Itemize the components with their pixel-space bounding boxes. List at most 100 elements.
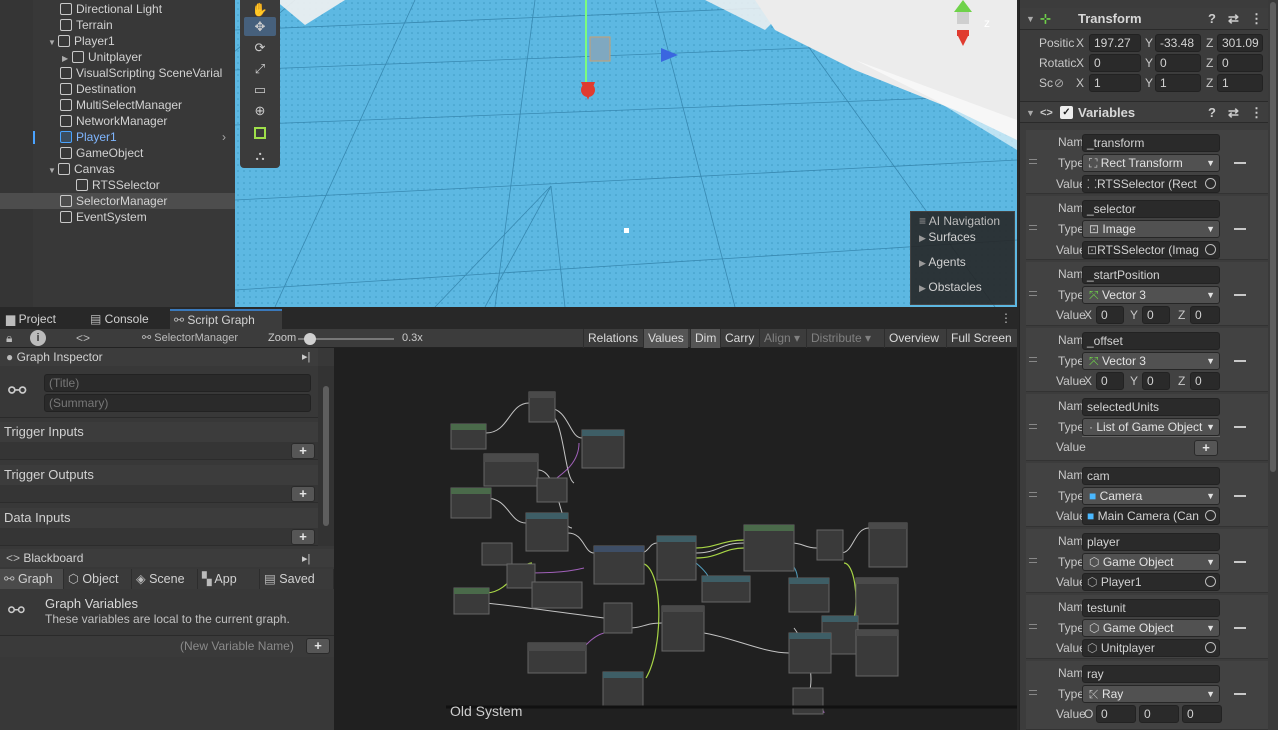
chevron-right-icon[interactable]: › (222, 129, 226, 145)
scale-y-field[interactable]: 1 (1155, 74, 1201, 92)
position-z-field[interactable]: 301.09 (1217, 34, 1263, 52)
preset-icon[interactable]: ⇄ (1228, 102, 1239, 124)
variable-name-field[interactable]: player (1082, 533, 1220, 551)
dim-button[interactable]: Dim (690, 329, 721, 348)
hierarchy-item-networkmanager[interactable]: NetworkManager (0, 113, 235, 129)
hierarchy-item-directional-light[interactable]: Directional Light (0, 1, 235, 17)
drag-handle-icon[interactable] (1029, 492, 1037, 497)
move-tool-icon[interactable]: ✥ (244, 17, 276, 36)
add-trigger-output-button[interactable]: + (291, 486, 315, 502)
align-dropdown[interactable]: Align ▾ (759, 329, 804, 348)
panel-collapse-icon[interactable]: ▸| (302, 552, 310, 565)
remove-variable-button[interactable] (1234, 294, 1246, 296)
ray-origin-y-field[interactable]: 0 (1139, 705, 1179, 723)
tab-scene-variables[interactable]: ◈ Scene (132, 569, 198, 589)
variable-type-dropdown[interactable]: ■ Camera ▼ (1082, 487, 1220, 505)
variable-name-field[interactable]: cam (1082, 467, 1220, 485)
panel-collapse-icon[interactable]: ▸| (302, 350, 310, 363)
custom-tool-icon[interactable] (244, 124, 276, 143)
info-icon[interactable]: i (30, 330, 46, 346)
add-trigger-input-button[interactable]: + (291, 443, 315, 459)
foldout-arrow-icon[interactable]: ▼ (1026, 8, 1035, 30)
rotate-tool-icon[interactable]: ⟳ (244, 38, 276, 57)
object-picker-icon[interactable] (1205, 244, 1216, 255)
more-options-icon[interactable]: ⋮ (1000, 311, 1012, 325)
vector-z-field[interactable]: 0 (1190, 372, 1220, 390)
variable-type-dropdown[interactable]: ⬡ Game Object ▼ (1082, 553, 1220, 571)
tab-console[interactable]: ▤ Console (86, 309, 170, 329)
hierarchy-item-rtsselector[interactable]: RTSSelector (0, 177, 235, 193)
graph-title-input[interactable]: (Title) (44, 374, 311, 392)
object-picker-icon[interactable] (1205, 576, 1216, 587)
graph-summary-input[interactable]: (Summary) (44, 394, 311, 412)
ai-nav-item-agents[interactable]: ▶ Agents (919, 255, 966, 269)
variable-type-dropdown[interactable]: ⊡ Image ▼ (1082, 220, 1220, 238)
variable-name-field[interactable]: testunit (1082, 599, 1220, 617)
variable-type-dropdown[interactable]: ⤪ Ray ▼ (1082, 685, 1220, 703)
remove-variable-button[interactable] (1234, 561, 1246, 563)
drag-handle-icon[interactable] (1029, 690, 1037, 695)
tab-saved-variables[interactable]: ▤ Saved (260, 569, 334, 589)
remove-variable-button[interactable] (1234, 426, 1246, 428)
scene-view[interactable]: z (235, 0, 1017, 307)
add-list-item-button[interactable]: + (1194, 440, 1218, 456)
drag-handle-icon[interactable] (1029, 624, 1037, 629)
scrollbar-thumb[interactable] (1270, 2, 1276, 472)
variable-name-field[interactable]: _transform (1082, 134, 1220, 152)
carry-button[interactable]: Carry (720, 329, 758, 348)
overview-button[interactable]: Overview (884, 329, 943, 348)
scale-tool-icon[interactable]: ⤢ (244, 59, 276, 78)
inspector-scrollbar[interactable] (1268, 0, 1278, 730)
variable-name-field[interactable]: _selector (1082, 200, 1220, 218)
drag-handle-icon[interactable] (1029, 424, 1037, 429)
hierarchy-item-eventsystem[interactable]: EventSystem (0, 209, 235, 225)
data-inputs-header[interactable]: Data Inputs (0, 508, 318, 528)
variable-value-field[interactable]: ⬡ Player1 (1082, 573, 1220, 591)
help-icon[interactable]: ? (1208, 8, 1216, 30)
transform-header[interactable]: ▼ ⊹ Transform ? ⇄ ⋮ (1020, 8, 1278, 30)
zoom-slider[interactable] (298, 333, 394, 345)
trigger-outputs-header[interactable]: Trigger Outputs (0, 465, 318, 485)
trigger-inputs-header[interactable]: Trigger Inputs (0, 422, 318, 442)
zoom-slider-knob[interactable] (303, 333, 316, 345)
ai-nav-item-surfaces[interactable]: ▶ Surfaces (919, 230, 976, 244)
drag-handle-icon[interactable] (1029, 291, 1037, 296)
values-button[interactable]: Values (643, 329, 688, 348)
variable-value-field[interactable]: ⬡ Unitplayer (1082, 639, 1220, 657)
hierarchy-item-gameobject[interactable]: GameObject (0, 145, 235, 161)
remove-variable-button[interactable] (1234, 627, 1246, 629)
remove-variable-button[interactable] (1234, 693, 1246, 695)
ray-origin-x-field[interactable]: 0 (1096, 705, 1136, 723)
variable-type-dropdown[interactable]: ⬡ Game Object ▼ (1082, 619, 1220, 637)
drag-handle-icon[interactable] (1029, 159, 1037, 164)
variable-type-dropdown[interactable]: · List of Game Object ▼ (1082, 418, 1220, 436)
add-variable-button[interactable]: + (306, 638, 330, 654)
tab-app-variables[interactable]: ▚ App (198, 569, 260, 589)
hierarchy-item-player1-prefab[interactable]: Player1 › (0, 129, 235, 145)
lock-icon[interactable]: 🔒︎ (6, 331, 12, 346)
variable-type-dropdown[interactable]: ⤧ Vector 3 ▼ (1082, 286, 1220, 304)
vector-x-field[interactable]: 0 (1096, 306, 1124, 324)
object-picker-icon[interactable] (1205, 178, 1216, 189)
tab-project[interactable]: ▆ Project (2, 309, 86, 329)
graph-nodes[interactable] (450, 391, 908, 715)
hierarchy-item-player1[interactable]: ▼ Player1 (0, 33, 235, 49)
ray-origin-z-field[interactable]: 0 (1182, 705, 1222, 723)
remove-variable-button[interactable] (1234, 162, 1246, 164)
vector-y-field[interactable]: 0 (1142, 306, 1170, 324)
hierarchy-item-multiselectmanager[interactable]: MultiSelectManager (0, 97, 235, 113)
vector-y-field[interactable]: 0 (1142, 372, 1170, 390)
hierarchy-item-selectormanager[interactable]: SelectorManager (0, 193, 235, 209)
scrollbar-thumb[interactable] (323, 386, 329, 526)
drag-handle-icon[interactable] (1029, 225, 1037, 230)
scale-x-field[interactable]: 1 (1089, 74, 1141, 92)
distribute-dropdown[interactable]: Distribute ▾ (806, 329, 875, 348)
rect-tool-icon[interactable]: ▭ (244, 80, 276, 99)
position-x-field[interactable]: 197.27 (1089, 34, 1141, 52)
preset-icon[interactable]: ⇄ (1228, 8, 1239, 30)
object-picker-icon[interactable] (1205, 642, 1216, 653)
variable-name-field[interactable]: ray (1082, 665, 1220, 683)
full-screen-button[interactable]: Full Screen (946, 329, 1016, 348)
tab-graph-variables[interactable]: ⚯ Graph (0, 569, 64, 589)
remove-variable-button[interactable] (1234, 228, 1246, 230)
